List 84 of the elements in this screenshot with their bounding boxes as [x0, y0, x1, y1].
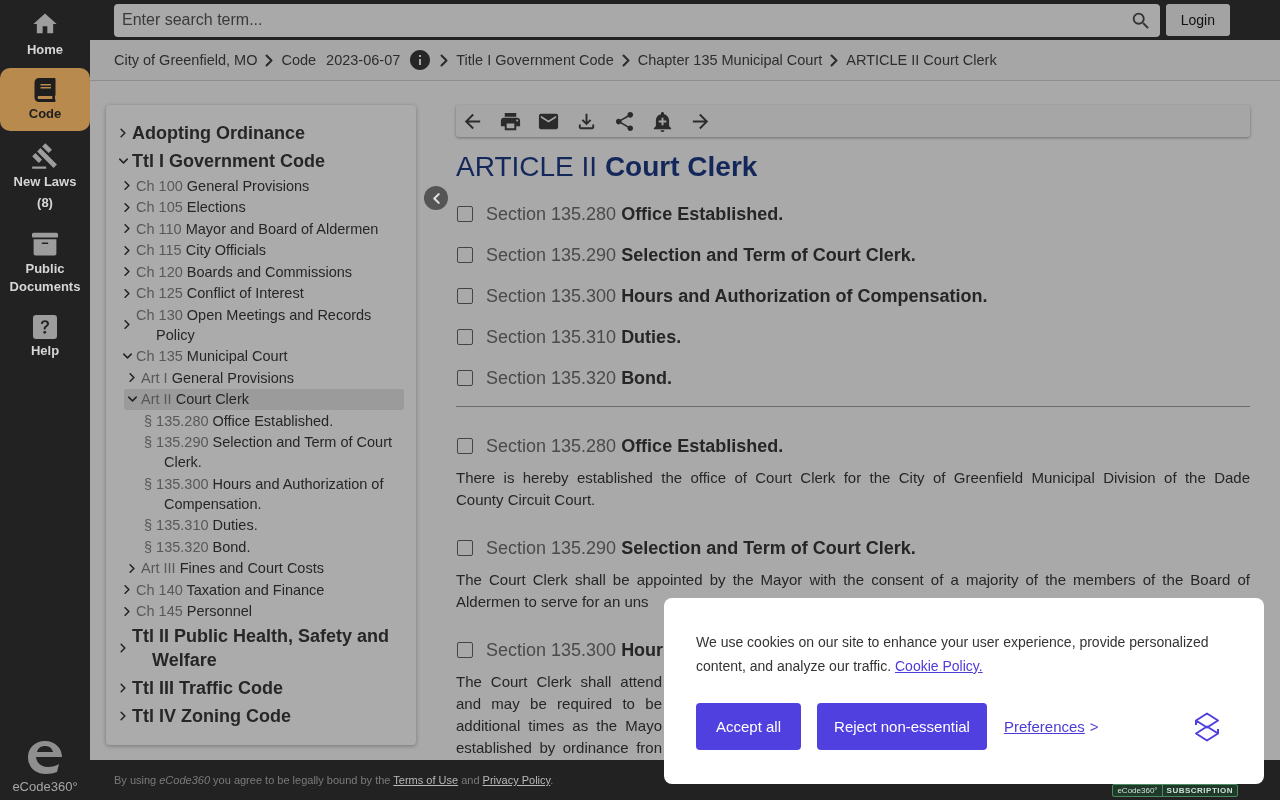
section-heading: Section 135.300 Hour	[486, 639, 664, 662]
toc-item[interactable]: Ch 135 Municipal Court	[119, 345, 404, 367]
checkbox[interactable]	[457, 247, 473, 263]
chevron-right-icon	[440, 53, 449, 67]
nav-item[interactable]: Help	[0, 305, 90, 368]
toc-item[interactable]: Ch 100 General Provisions	[119, 175, 404, 197]
collapse-button[interactable]	[424, 186, 448, 210]
layered-diamond-logo-icon	[1194, 711, 1220, 742]
section-link[interactable]: Section 135.290 Selection and Term of Court Clerk.	[486, 243, 916, 267]
toc-item[interactable]: Art II Court Clerk	[124, 388, 404, 410]
section-link[interactable]: Section 135.300 Hours and Authorization of Compensation.	[486, 284, 988, 308]
chevron-right-icon	[621, 53, 630, 67]
terms-link[interactable]: Terms of Use	[393, 774, 459, 786]
search-field[interactable]: Enter search term...	[114, 3, 1160, 37]
accept-button[interactable]: Accept all	[696, 703, 802, 750]
book-icon	[33, 78, 57, 102]
section-link[interactable]: Section 135.280 Office Established.	[486, 202, 784, 226]
toc-item[interactable]: Art I General Provisions	[124, 367, 404, 389]
checkbox[interactable]	[457, 206, 473, 222]
badge-brand: eCode360°	[1116, 785, 1159, 796]
toc-item[interactable]: Ch 115 City Officials	[119, 239, 404, 261]
paragraph-line: County Circuit Court.	[456, 490, 597, 510]
toc-item[interactable]: Ttl I Government Code	[115, 147, 404, 175]
version-date: 2023-06-07	[326, 52, 401, 68]
archive-box-icon	[32, 231, 58, 257]
nav-item[interactable]: Public Documents	[0, 221, 90, 304]
section-link[interactable]: Section 135.310 Duties.	[486, 325, 682, 349]
section-heading: Section 135.280 Office Established.	[486, 435, 784, 458]
checkbox[interactable]	[457, 329, 473, 345]
toc-item[interactable]: Ttl III Traffic Code	[115, 674, 404, 702]
toc-item[interactable]: Ttl II Public Health, Safety and Welfare	[115, 622, 404, 674]
breadcrumb-link[interactable]: Chapter 135 Municipal Court	[637, 52, 823, 68]
cookie-message: We use cookies on our site to enhance your user experience, provide personalized content, and analyze our traffic. Cookie Policy.	[696, 633, 1210, 676]
toc-item[interactable]: § 135.310 Duties.	[127, 514, 404, 536]
question-mark-icon	[33, 315, 57, 339]
badge-label: SUBSCRIPTION	[1161, 785, 1237, 796]
paragraph-line: The Court Clerk shall be appointed by the Mayor with the consent of a majority of the members of the Board of	[456, 570, 1250, 590]
toc-item[interactable]: Ch 105 Elections	[119, 196, 404, 218]
checkbox[interactable]	[457, 540, 473, 556]
cookie-policy-link[interactable]: Cookie Policy.	[895, 658, 983, 674]
legal-notice: By using eCode360 you agree to be legally bound by the Terms of Use and Privacy Policy.	[114, 774, 554, 786]
checkbox[interactable]	[457, 438, 473, 454]
paragraph-line: additional times as the Mayo	[456, 716, 662, 736]
breadcrumb-link[interactable]: Title I Government Code	[456, 52, 614, 68]
checkbox[interactable]	[457, 288, 473, 304]
chevron-left-icon	[432, 192, 440, 204]
toc-item[interactable]: § 135.280 Office Established.	[127, 410, 404, 432]
nav-item[interactable]: New Laws (8)	[0, 132, 90, 220]
checkbox[interactable]	[457, 642, 473, 658]
chevron-right-icon	[265, 53, 274, 67]
paragraph-line: Aldermen to serve for an uns	[456, 592, 650, 612]
paragraph-line: There is hereby established the office of Court Clerk for the City of Greenfield Municipal Division of the Dade	[456, 468, 1250, 488]
toc-item[interactable]: § 135.320 Bond.	[127, 536, 404, 558]
info-icon[interactable]	[408, 48, 433, 72]
section-link[interactable]: Section 135.320 Bond.	[486, 366, 673, 390]
toc-item[interactable]: Ch 125 Conflict of Interest	[119, 282, 404, 304]
toc-item[interactable]: Ttl IV Zoning Code	[115, 702, 404, 730]
paragraph-line: established by ordinance fron	[456, 738, 662, 758]
toc-item[interactable]: Ch 130 Open Meetings and Records Policy	[119, 304, 404, 346]
nav-item[interactable]: Code	[0, 68, 90, 131]
login-button[interactable]: Login	[1165, 4, 1230, 36]
chevron-right-icon	[830, 53, 839, 67]
breadcrumb-link[interactable]: ARTICLE II Court Clerk	[846, 52, 997, 68]
brand-name: eCode360°	[12, 779, 78, 794]
toc-item[interactable]: Ch 110 Mayor and Board of Aldermen	[119, 218, 404, 240]
breadcrumb-link[interactable]: Code	[281, 52, 317, 68]
toc-item[interactable]: § 135.290 Selection and Term of Court Clerk.	[127, 431, 404, 473]
checkbox[interactable]	[457, 370, 473, 386]
breadcrumb-link[interactable]: City of Greenfield, MO	[114, 52, 258, 68]
toc-item[interactable]: Ch 140 Taxation and Finance	[119, 579, 404, 601]
article-title: ARTICLE II Court Clerk	[456, 150, 759, 184]
toc-item[interactable]: Adopting Ordinance	[115, 119, 404, 147]
section-heading: Section 135.290 Selection and Term of Court Clerk.	[486, 537, 916, 560]
brand-logo-icon	[26, 739, 64, 775]
toc-item[interactable]: Art III Fines and Court Costs	[124, 557, 404, 579]
paragraph-line: and may be required to be	[456, 694, 662, 714]
toc-item[interactable]: Ch 120 Boards and Commissions	[119, 261, 404, 283]
paragraph-line: The Court Clerk shall attend	[456, 672, 662, 692]
preferences-link[interactable]: Preferences >	[1003, 718, 1099, 735]
nav-item[interactable]: Home	[0, 0, 90, 67]
toc-item[interactable]: § 135.300 Hours and Authorization of Compensation.	[127, 473, 404, 515]
reject-button[interactable]: Reject non-essential	[817, 703, 987, 750]
toc-item[interactable]: Ch 145 Personnel	[119, 600, 404, 622]
gavel-icon	[31, 142, 59, 170]
